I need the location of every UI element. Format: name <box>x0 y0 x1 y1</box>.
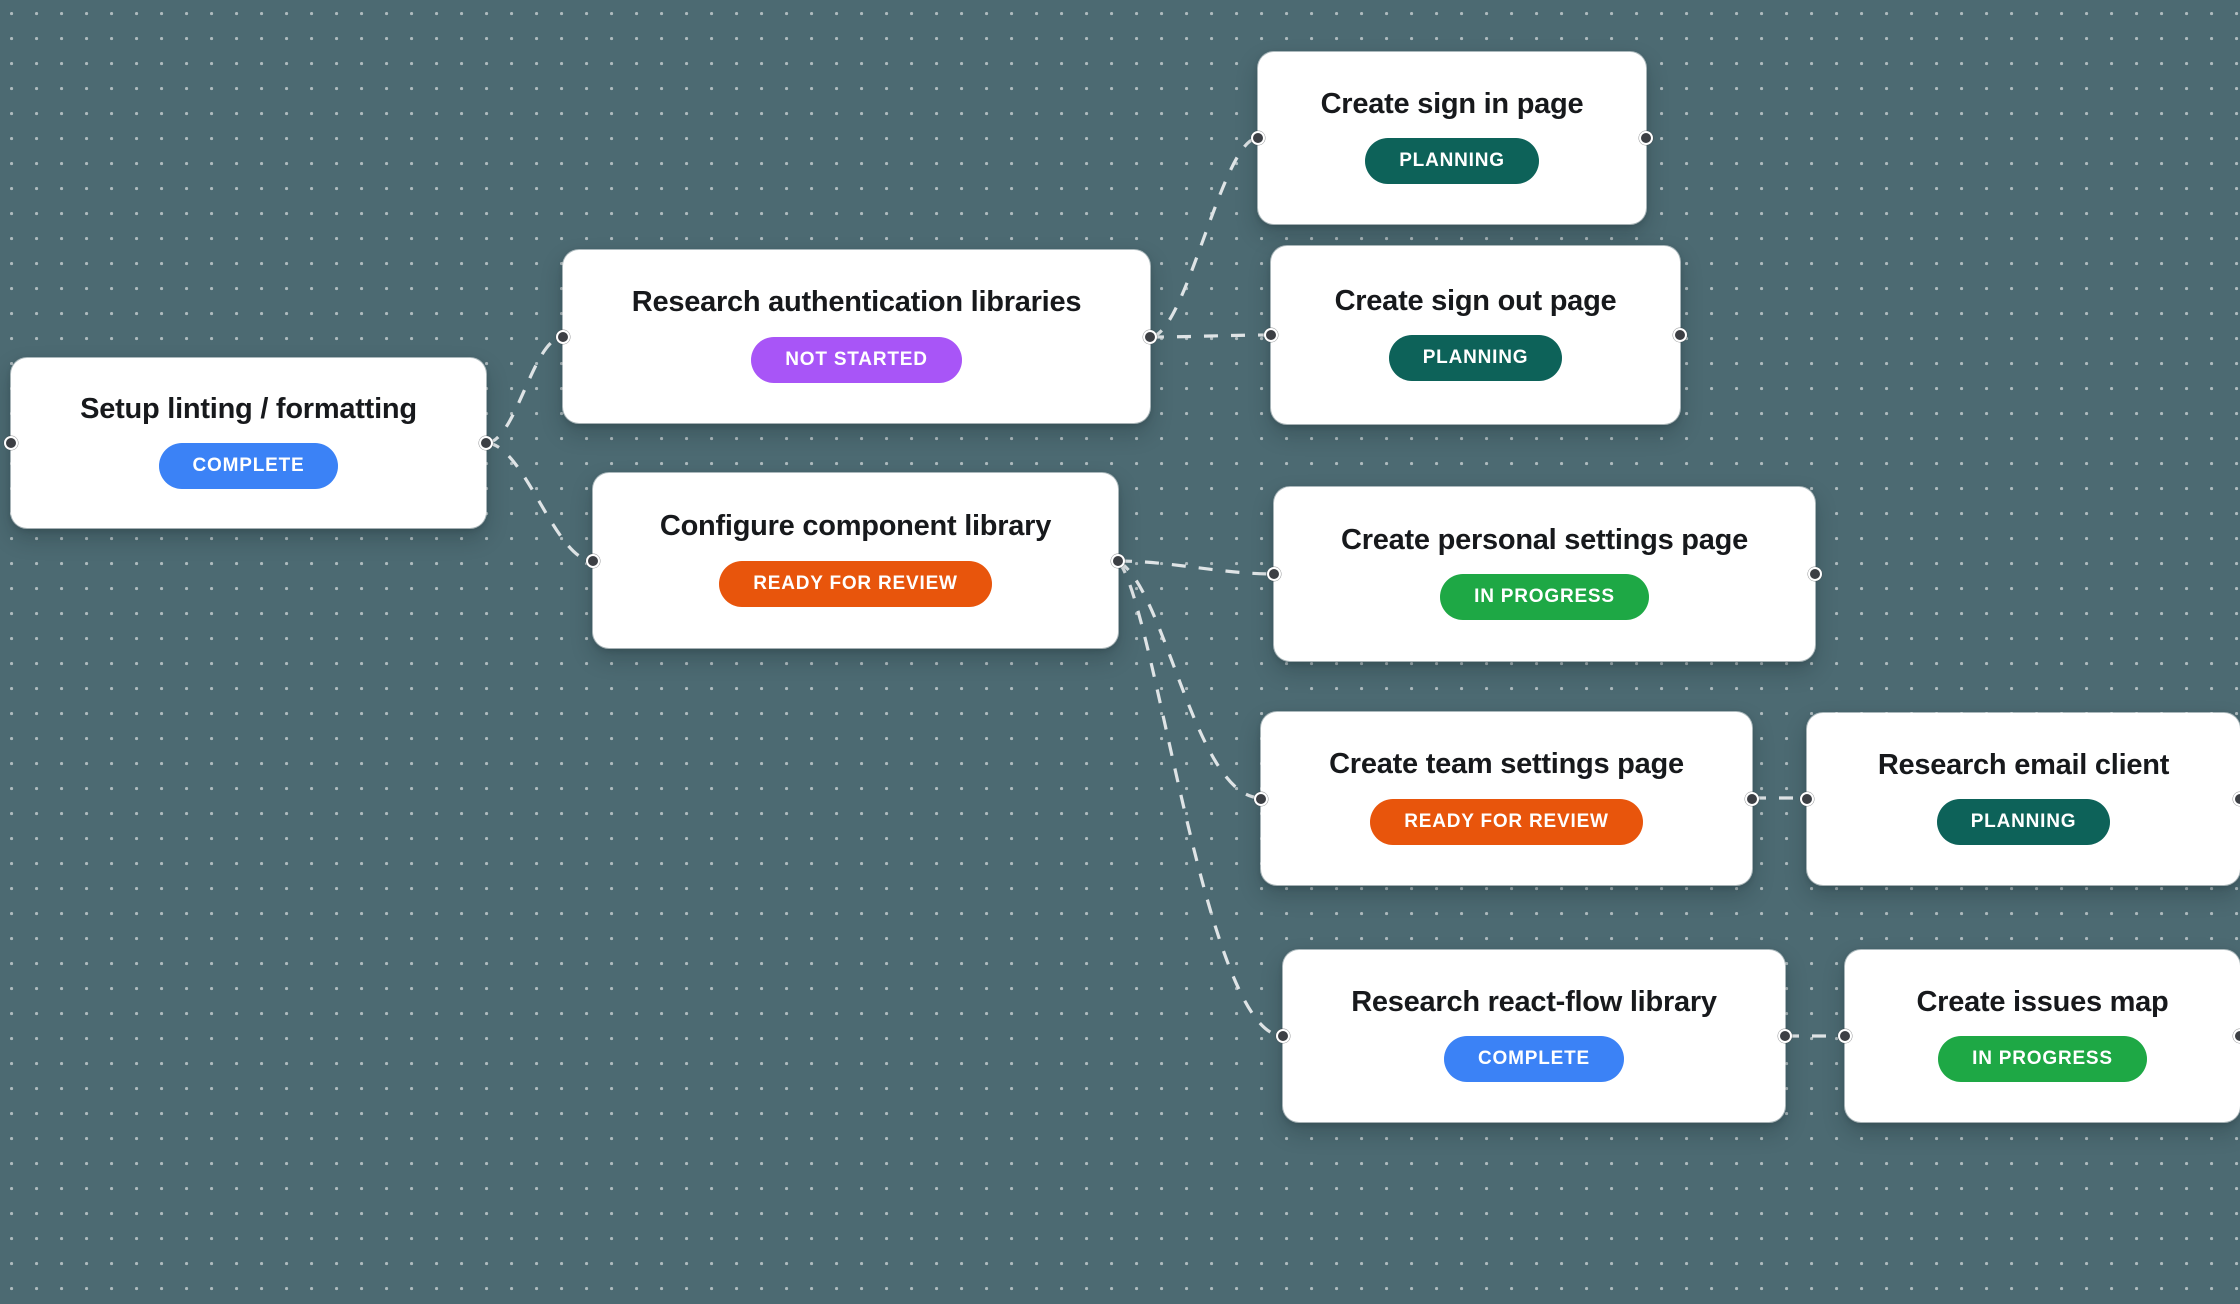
node-card-create-sign-out-page[interactable]: Create sign out page PLANNING <box>1264 246 1687 424</box>
status-badge-create-issues-map[interactable]: IN PROGRESS <box>1938 1036 2147 1083</box>
handle-source-research-email-client[interactable] <box>2233 792 2240 806</box>
flow-canvas[interactable]: Setup linting / formatting COMPLETE Resear… <box>0 0 2240 1304</box>
node-card-create-sign-in-page[interactable]: Create sign in page PLANNING <box>1251 52 1653 224</box>
handle-target-create-sign-out-page[interactable] <box>1264 328 1278 342</box>
status-badge-create-sign-in-page[interactable]: PLANNING <box>1365 138 1539 185</box>
handle-source-create-sign-in-page[interactable] <box>1639 131 1653 145</box>
handle-source-configure-component-library[interactable] <box>1111 553 1125 568</box>
handle-source-create-sign-out-page[interactable] <box>1673 328 1687 342</box>
node-title: Configure component library <box>659 510 1052 543</box>
nodes-layer: Setup linting / formatting COMPLETE Resear… <box>0 0 2240 1304</box>
handle-source-create-personal-settings-page[interactable] <box>1808 567 1822 581</box>
status-badge-create-team-settings-page[interactable]: READY FOR REVIEW <box>1370 798 1643 845</box>
status-badge-setup-linting-formatting[interactable]: COMPLETE <box>158 443 339 490</box>
handle-target-create-sign-in-page[interactable] <box>1251 131 1265 145</box>
handle-target-setup-linting-formatting[interactable] <box>4 436 18 450</box>
handle-target-create-issues-map[interactable] <box>1838 1029 1852 1043</box>
handle-target-research-email-client[interactable] <box>1800 792 1814 806</box>
node-card-research-email-client[interactable]: Research email client PLANNING <box>1800 713 2240 885</box>
node-card-research-authentication-libraries[interactable]: Research authentication libraries NOT STA… <box>556 250 1157 423</box>
node-card-research-react-flow-library[interactable]: Research react-flow library COMPLETE <box>1276 950 1792 1122</box>
node-card-create-personal-settings-page[interactable]: Create personal settings page IN PROGRESS <box>1267 487 1822 661</box>
node-title: Create issues map <box>1916 985 2169 1018</box>
status-badge-create-personal-settings-page[interactable]: IN PROGRESS <box>1440 574 1649 621</box>
status-badge-research-authentication-libraries[interactable]: NOT STARTED <box>751 336 962 383</box>
node-title: Research email client <box>1877 748 2170 781</box>
status-badge-research-email-client[interactable]: PLANNING <box>1936 799 2111 846</box>
handle-source-create-team-settings-page[interactable] <box>1745 791 1759 806</box>
handle-source-research-authentication-libraries[interactable] <box>1143 329 1157 344</box>
handle-target-create-team-settings-page[interactable] <box>1254 791 1268 806</box>
status-badge-configure-component-library[interactable]: READY FOR REVIEW <box>719 560 992 607</box>
node-card-create-issues-map[interactable]: Create issues map IN PROGRESS <box>1838 950 2240 1122</box>
handle-source-create-issues-map[interactable] <box>2233 1029 2240 1043</box>
node-title: Setup linting / formatting <box>80 392 417 425</box>
status-badge-create-sign-out-page[interactable]: PLANNING <box>1388 335 1563 382</box>
node-title: Create sign in page <box>1320 87 1584 120</box>
node-card-setup-linting-formatting[interactable]: Setup linting / formatting COMPLETE <box>4 358 493 528</box>
handle-target-research-react-flow-library[interactable] <box>1276 1029 1290 1043</box>
node-title: Create team settings page <box>1329 748 1684 781</box>
handle-source-setup-linting-formatting[interactable] <box>479 436 493 450</box>
status-badge-research-react-flow-library[interactable]: COMPLETE <box>1444 1036 1624 1083</box>
node-title: Create personal settings page <box>1341 523 1748 556</box>
handle-target-research-authentication-libraries[interactable] <box>556 329 570 344</box>
handle-target-configure-component-library[interactable] <box>586 553 600 568</box>
node-title: Research react-flow library <box>1351 985 1717 1018</box>
handle-source-research-react-flow-library[interactable] <box>1778 1029 1792 1043</box>
handle-target-create-personal-settings-page[interactable] <box>1267 567 1281 581</box>
node-title: Create sign out page <box>1334 284 1617 317</box>
node-card-configure-component-library[interactable]: Configure component library READY FOR REV… <box>586 473 1125 648</box>
node-title: Research authentication libraries <box>631 286 1082 319</box>
node-card-create-team-settings-page[interactable]: Create team settings page READY FOR REVIE… <box>1254 712 1759 885</box>
